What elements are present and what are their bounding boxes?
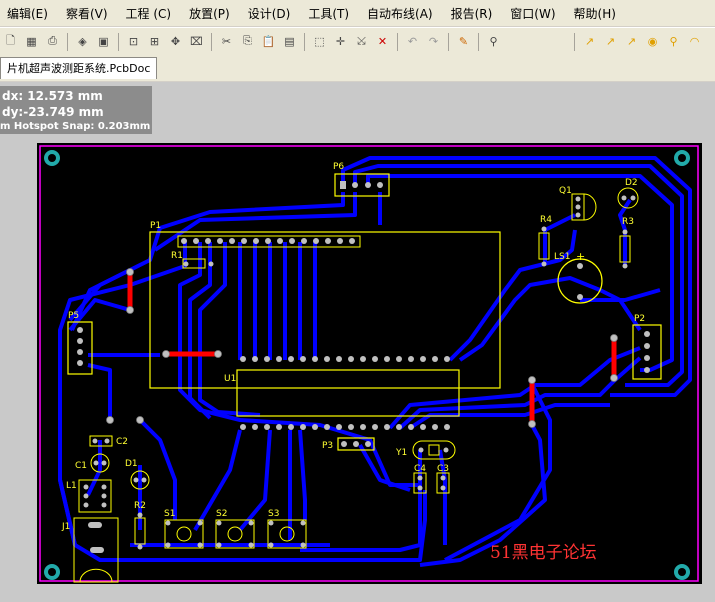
r1-pad xyxy=(183,261,189,267)
r2-label: R2 xyxy=(134,501,146,511)
ls1-label: LS1 xyxy=(554,252,570,262)
p2-label: P2 xyxy=(634,314,645,324)
j1-label: J1 xyxy=(61,522,70,532)
c3-label: C3 xyxy=(437,464,449,474)
r1-label: R1 xyxy=(171,251,183,261)
dx-readout: dx: 12.573 mm xyxy=(2,89,103,103)
r3-pad xyxy=(622,263,628,269)
plus-icon: + xyxy=(576,250,585,263)
p3-label: P3 xyxy=(322,441,333,451)
r3-label: R3 xyxy=(622,217,634,227)
c2-label: C2 xyxy=(116,437,128,447)
c1-label: C1 xyxy=(75,461,87,471)
p6-label: P6 xyxy=(333,162,344,172)
c4-label: C4 xyxy=(414,464,426,474)
l1-label: L1 xyxy=(66,481,77,491)
snap-readout: m Hotspot Snap: 0.203mm xyxy=(0,121,151,132)
p3-pins xyxy=(341,441,371,447)
watermark-text: 51黑电子论坛 xyxy=(490,543,597,563)
s1-label: S1 xyxy=(164,509,175,519)
p5-label: P5 xyxy=(68,311,79,321)
d1-label: D1 xyxy=(125,459,138,469)
d2-label: D2 xyxy=(625,178,638,188)
s2-label: S2 xyxy=(216,509,227,519)
r4-pad xyxy=(541,226,547,232)
measurement-hud: dx: 12.573 mm dy:-23.749 mm m Hotspot Sn… xyxy=(0,86,152,134)
s3-label: S3 xyxy=(268,509,279,519)
p1-label: P1 xyxy=(150,221,161,231)
q1-label: Q1 xyxy=(559,186,572,196)
r1-pad xyxy=(208,261,214,267)
u1-label: U1 xyxy=(224,374,236,384)
r4-label: R4 xyxy=(540,215,552,225)
r4-pad xyxy=(541,261,547,267)
dy-readout: dy:-23.749 mm xyxy=(2,105,104,119)
y1-label: Y1 xyxy=(395,448,407,458)
r3-pad xyxy=(622,229,628,235)
